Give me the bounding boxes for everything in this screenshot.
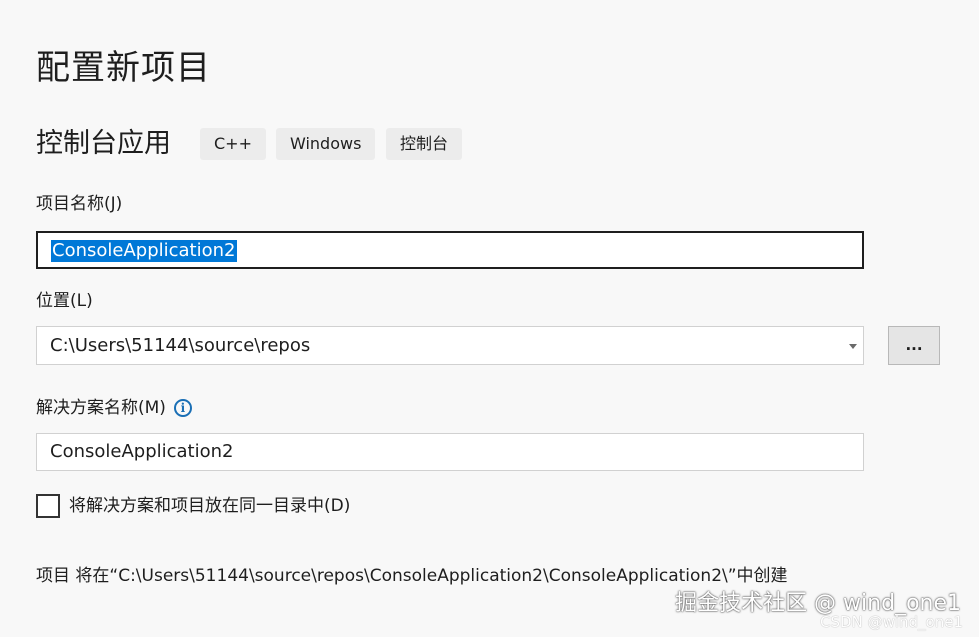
- location-combobox[interactable]: C:\Users\51144\source\repos: [36, 326, 864, 365]
- project-name-value: ConsoleApplication2: [51, 240, 238, 262]
- solution-name-input[interactable]: ConsoleApplication2: [36, 433, 864, 471]
- same-directory-label[interactable]: 将解决方案和项目放在同一目录中(D): [69, 494, 350, 518]
- tag-project-type: 控制台: [386, 128, 463, 160]
- project-path-note: 项目 将在“C:\Users\51144\source\repos\Consol…: [36, 566, 788, 586]
- solution-name-label-row: 解决方案名称(M) i: [36, 396, 192, 420]
- tag-platform: Windows: [276, 128, 376, 160]
- project-name-input[interactable]: ConsoleApplication2: [36, 231, 864, 269]
- same-directory-checkbox[interactable]: [36, 494, 60, 518]
- template-name: 控制台应用: [36, 128, 171, 159]
- watermark-csdn: CSDN @wind_one1: [820, 613, 963, 631]
- info-icon[interactable]: i: [173, 399, 192, 417]
- solution-name-label: 解决方案名称(M): [36, 398, 166, 418]
- project-name-label: 项目名称(J): [36, 194, 123, 214]
- location-value: C:\Users\51144\source\repos: [50, 335, 311, 356]
- tag-language: C++: [200, 128, 266, 160]
- location-label: 位置(L): [36, 291, 93, 311]
- solution-name-value: ConsoleApplication2: [50, 441, 234, 462]
- page-title: 配置新项目: [36, 48, 211, 88]
- dropdown-arrow-icon[interactable]: [849, 344, 857, 349]
- browse-button[interactable]: ...: [888, 326, 940, 365]
